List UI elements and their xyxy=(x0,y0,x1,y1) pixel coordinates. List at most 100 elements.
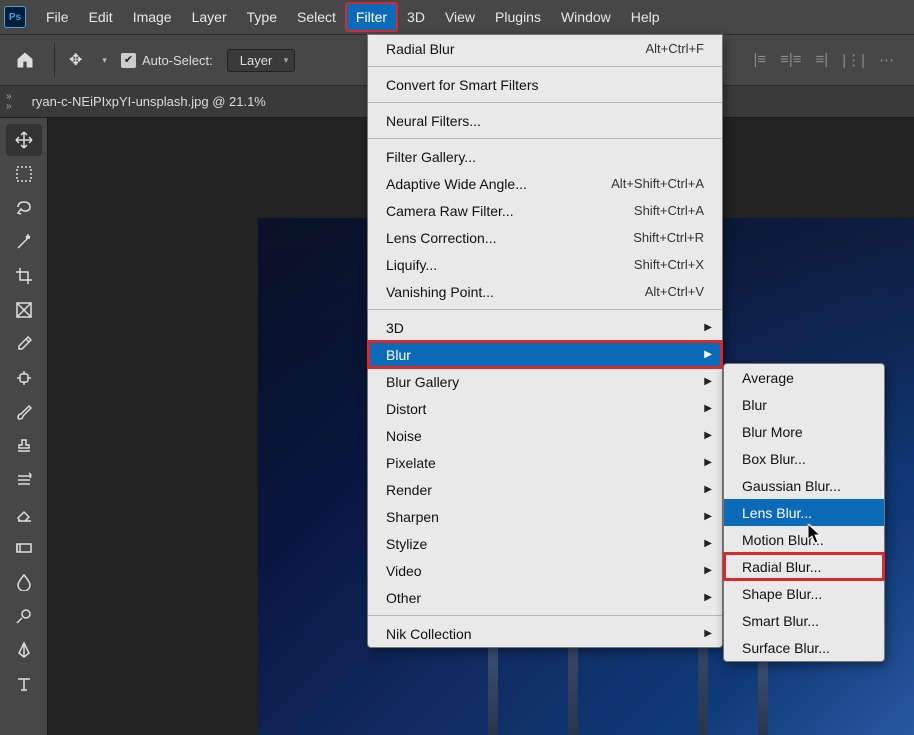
menu-item-shortcut: Alt+Ctrl+V xyxy=(645,284,704,299)
menubar: Ps FileEditImageLayerTypeSelectFilter3DV… xyxy=(0,0,914,34)
filter-menu-item[interactable]: Adaptive Wide Angle...Alt+Shift+Ctrl+A xyxy=(368,170,722,197)
menu-separator xyxy=(368,66,722,67)
filter-menu-item[interactable]: Blur▶ xyxy=(368,341,722,368)
menu-separator xyxy=(368,138,722,139)
blur-submenu-item[interactable]: Gaussian Blur... xyxy=(724,472,884,499)
menu-item-label: Radial Blur xyxy=(386,41,613,57)
blur-tool[interactable] xyxy=(6,566,42,598)
healing-tool[interactable] xyxy=(6,362,42,394)
submenu-arrow-icon: ▶ xyxy=(704,592,712,603)
menu-separator xyxy=(368,102,722,103)
filter-menu-item[interactable]: Convert for Smart Filters xyxy=(368,71,722,98)
blur-submenu-item[interactable]: Radial Blur... xyxy=(724,553,884,580)
layer-select[interactable]: Layer ▾ xyxy=(227,49,296,72)
submenu-arrow-icon: ▶ xyxy=(704,403,712,414)
filter-menu-item[interactable]: Filter Gallery... xyxy=(368,143,722,170)
menu-select[interactable]: Select xyxy=(287,3,346,31)
align-left-icon[interactable]: |≡ xyxy=(753,51,766,69)
marquee-tool[interactable] xyxy=(6,158,42,190)
menu-window[interactable]: Window xyxy=(551,3,621,31)
filter-menu-item[interactable]: Blur Gallery▶ xyxy=(368,368,722,395)
blur-submenu-item[interactable]: Blur More xyxy=(724,418,884,445)
distribute-v-icon[interactable]: |⋮| xyxy=(842,51,865,69)
home-button[interactable] xyxy=(10,45,40,75)
eraser-tool[interactable] xyxy=(6,498,42,530)
menu-file[interactable]: File xyxy=(36,3,79,31)
submenu-arrow-icon: ▶ xyxy=(704,376,712,387)
menu-item-label: Motion Blur... xyxy=(742,532,866,548)
blur-submenu-item[interactable]: Average xyxy=(724,364,884,391)
filter-menu-item[interactable]: Stylize▶ xyxy=(368,530,722,557)
tool-preset-caret-icon[interactable]: ▾ xyxy=(102,55,107,66)
filter-menu-item[interactable]: Render▶ xyxy=(368,476,722,503)
document-tab[interactable]: ryan-c-NEiPIxpYI-unsplash.jpg @ 21.1% xyxy=(32,94,266,109)
align-right-icon[interactable]: ≡| xyxy=(816,51,829,69)
menu-plugins[interactable]: Plugins xyxy=(485,3,551,31)
filter-menu-item[interactable]: Sharpen▶ xyxy=(368,503,722,530)
move-tool[interactable] xyxy=(6,124,42,156)
menu-help[interactable]: Help xyxy=(621,3,670,31)
frame-tool[interactable] xyxy=(6,294,42,326)
more-align-icon[interactable]: ⋯ xyxy=(879,51,894,69)
menu-item-label: Distort xyxy=(386,401,704,417)
tabs-overflow-icon[interactable]: »» xyxy=(6,92,12,112)
filter-menu-item[interactable]: Lens Correction...Shift+Ctrl+R xyxy=(368,224,722,251)
blur-submenu-item[interactable]: Smart Blur... xyxy=(724,607,884,634)
type-tool[interactable] xyxy=(6,668,42,700)
menu-item-label: Blur More xyxy=(742,424,866,440)
blur-submenu-item[interactable]: Shape Blur... xyxy=(724,580,884,607)
crop-tool[interactable] xyxy=(6,260,42,292)
stamp-tool[interactable] xyxy=(6,430,42,462)
menu-item-shortcut: Shift+Ctrl+X xyxy=(634,257,704,272)
menu-item-label: Convert for Smart Filters xyxy=(386,77,704,93)
filter-menu-item[interactable]: Noise▶ xyxy=(368,422,722,449)
filter-menu-item[interactable]: Liquify... Shift+Ctrl+X xyxy=(368,251,722,278)
filter-menu-item[interactable]: Other▶ xyxy=(368,584,722,611)
menu-item-label: Box Blur... xyxy=(742,451,866,467)
history-tool[interactable] xyxy=(6,464,42,496)
auto-select-group: ✔ Auto-Select: xyxy=(121,53,213,68)
menu-image[interactable]: Image xyxy=(123,3,182,31)
filter-menu-item[interactable]: Video▶ xyxy=(368,557,722,584)
menu-3d[interactable]: 3D xyxy=(397,3,435,31)
eyedropper-tool[interactable] xyxy=(6,328,42,360)
menu-item-label: Liquify... xyxy=(386,257,602,273)
submenu-arrow-icon: ▶ xyxy=(704,565,712,576)
submenu-arrow-icon: ▶ xyxy=(704,349,712,360)
align-center-h-icon[interactable]: ≡|≡ xyxy=(780,51,801,69)
submenu-arrow-icon: ▶ xyxy=(704,511,712,522)
filter-menu-item[interactable]: Nik Collection▶ xyxy=(368,620,722,647)
menu-item-label: Camera Raw Filter... xyxy=(386,203,602,219)
blur-submenu-item[interactable]: Box Blur... xyxy=(724,445,884,472)
blur-submenu-item[interactable]: Blur xyxy=(724,391,884,418)
pen-tool[interactable] xyxy=(6,634,42,666)
dodge-tool[interactable] xyxy=(6,600,42,632)
menu-view[interactable]: View xyxy=(435,3,485,31)
menu-type[interactable]: Type xyxy=(237,3,287,31)
menu-item-label: Radial Blur... xyxy=(742,559,866,575)
auto-select-checkbox[interactable]: ✔ xyxy=(121,53,136,68)
menu-item-shortcut: Shift+Ctrl+A xyxy=(634,203,704,218)
move-tool-icon[interactable]: ✥ xyxy=(69,50,82,70)
brush-tool[interactable] xyxy=(6,396,42,428)
menu-filter[interactable]: Filter xyxy=(346,3,397,31)
filter-menu-item[interactable]: Pixelate▶ xyxy=(368,449,722,476)
wand-tool[interactable] xyxy=(6,226,42,258)
menu-layer[interactable]: Layer xyxy=(182,3,237,31)
blur-submenu-item[interactable]: Lens Blur... xyxy=(724,499,884,526)
blur-submenu-item[interactable]: Surface Blur... xyxy=(724,634,884,661)
menu-item-label: Render xyxy=(386,482,704,498)
blur-submenu-item[interactable]: Motion Blur... xyxy=(724,526,884,553)
menu-edit[interactable]: Edit xyxy=(79,3,123,31)
menu-item-label: Gaussian Blur... xyxy=(742,478,866,494)
lasso-tool[interactable] xyxy=(6,192,42,224)
filter-menu-item[interactable]: 3D▶ xyxy=(368,314,722,341)
filter-menu-item[interactable]: Radial BlurAlt+Ctrl+F xyxy=(368,35,722,62)
filter-menu-item[interactable]: Vanishing Point...Alt+Ctrl+V xyxy=(368,278,722,305)
filter-menu-item[interactable]: Distort▶ xyxy=(368,395,722,422)
gradient-tool[interactable] xyxy=(6,532,42,564)
submenu-arrow-icon: ▶ xyxy=(704,484,712,495)
submenu-arrow-icon: ▶ xyxy=(704,322,712,333)
filter-menu-item[interactable]: Camera Raw Filter... Shift+Ctrl+A xyxy=(368,197,722,224)
filter-menu-item[interactable]: Neural Filters... xyxy=(368,107,722,134)
